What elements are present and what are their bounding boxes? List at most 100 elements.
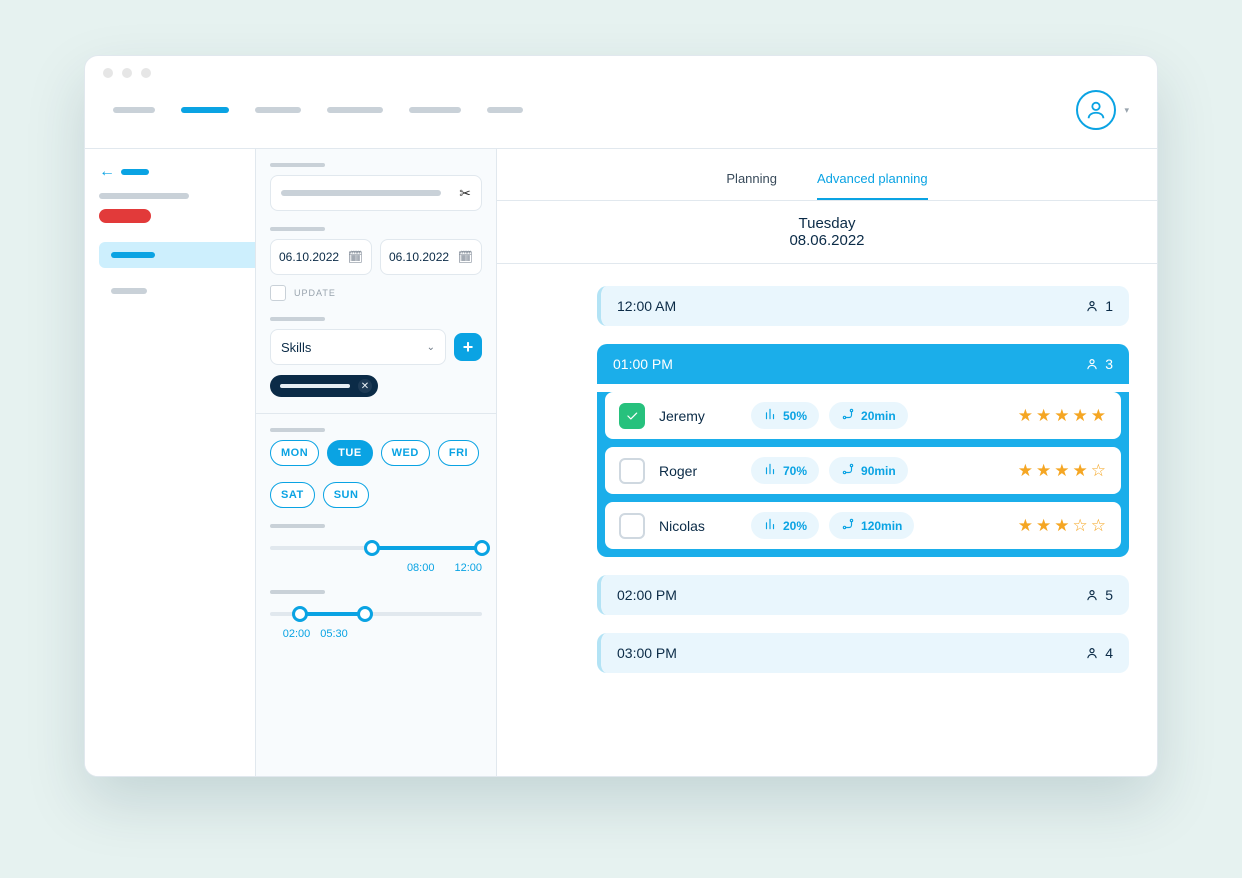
chevron-down-icon: ▾	[1124, 105, 1129, 116]
arrow-left-icon: ←	[99, 163, 115, 181]
person-checkbox[interactable]	[619, 403, 645, 429]
slot-count: 3	[1085, 356, 1113, 372]
sidebar-item-2-label	[111, 288, 147, 294]
time-range-2[interactable]	[270, 602, 482, 626]
date-to-value: 06.10.2022	[389, 250, 449, 264]
person-badges: 70%90min	[751, 457, 908, 484]
nav-item-1[interactable]	[113, 107, 155, 113]
calendar-icon: 🗓	[458, 250, 473, 264]
percent-badge: 50%	[751, 402, 819, 429]
time-slot[interactable]: 02:00 PM5	[597, 575, 1129, 615]
route-icon	[841, 517, 855, 534]
bars-icon	[763, 517, 777, 534]
person-name: Roger	[659, 463, 737, 479]
field-label-1	[270, 163, 325, 167]
topbar: ▾	[85, 84, 1157, 149]
nav-item-4[interactable]	[327, 107, 383, 113]
nav-item-6[interactable]	[487, 107, 523, 113]
range2-to: 05:30	[320, 628, 348, 640]
person-list: Jeremy50%20min★★★★★Roger70%90min★★★★☆Nic…	[597, 392, 1129, 557]
slot-count: 5	[1085, 587, 1113, 603]
nav-item-5[interactable]	[409, 107, 461, 113]
person-checkbox[interactable]	[619, 458, 645, 484]
range2-from: 02:00	[283, 628, 311, 640]
user-menu[interactable]: ▾	[1076, 90, 1129, 130]
slot-count: 1	[1085, 298, 1113, 314]
bars-icon	[763, 462, 777, 479]
range1-from: 08:00	[407, 562, 435, 574]
search-value	[281, 190, 441, 196]
day-chip-wed[interactable]: WED	[381, 440, 430, 466]
main-area: Planning Advanced planning Tuesday 08.06…	[497, 149, 1157, 776]
sidebar-item-active-label	[111, 252, 155, 258]
range1-label	[270, 524, 325, 528]
top-nav	[113, 107, 523, 113]
route-icon	[841, 407, 855, 424]
day-chip-mon[interactable]: MON	[270, 440, 319, 466]
user-icon	[1085, 646, 1099, 660]
back-link[interactable]: ←	[99, 163, 255, 181]
date-to-input[interactable]: 06.10.2022 🗓	[380, 239, 482, 275]
day-of-week-picker: MON TUE WED FRI SAT SUN	[270, 440, 482, 508]
avatar-icon	[1076, 90, 1116, 130]
range1-to: 12:00	[454, 562, 482, 574]
range2-label	[270, 590, 325, 594]
update-checkbox-row[interactable]: UPDATE	[270, 285, 482, 301]
slot-time: 12:00 AM	[617, 298, 676, 314]
nav-item-3[interactable]	[255, 107, 301, 113]
day-chip-tue[interactable]: TUE	[327, 440, 373, 466]
planning-tabs: Planning Advanced planning	[497, 149, 1157, 201]
duration-badge: 20min	[829, 402, 908, 429]
range-handle-end[interactable]	[474, 540, 490, 556]
header-day: Tuesday	[497, 215, 1157, 232]
calendar-icon: 🗓	[348, 250, 363, 264]
time-slot[interactable]: 12:00 AM 1	[597, 286, 1129, 326]
tab-advanced-planning[interactable]: Advanced planning	[817, 171, 928, 200]
schedule: 12:00 AM101:00 PM3Jeremy50%20min★★★★★Rog…	[497, 264, 1157, 719]
traffic-light-min[interactable]	[122, 68, 132, 78]
nav-item-2-active[interactable]	[181, 107, 229, 113]
date-from-input[interactable]: 06.10.2022 🗓	[270, 239, 372, 275]
rating-stars: ★★★★☆	[1018, 461, 1107, 481]
user-icon	[1085, 357, 1099, 371]
duration-badge: 90min	[829, 457, 908, 484]
person-checkbox[interactable]	[619, 513, 645, 539]
add-button[interactable]: +	[454, 333, 482, 361]
traffic-light-max[interactable]	[141, 68, 151, 78]
search-input[interactable]: ✂	[270, 175, 482, 211]
range-handle-end[interactable]	[357, 606, 373, 622]
chip-remove-icon[interactable]: ✕	[358, 379, 372, 393]
chip-label	[280, 384, 350, 388]
person-badges: 20%120min	[751, 512, 914, 539]
checkbox-icon[interactable]	[270, 285, 286, 301]
day-chip-fri[interactable]: FRI	[438, 440, 479, 466]
back-label	[121, 169, 149, 175]
scissors-icon[interactable]: ✂	[459, 185, 471, 202]
sidebar-heading	[99, 193, 189, 199]
days-label	[270, 428, 325, 432]
time-slot[interactable]: 03:00 PM4	[597, 633, 1129, 673]
time-slot[interactable]: 01:00 PM3Jeremy50%20min★★★★★Roger70%90mi…	[597, 344, 1129, 557]
filter-chip[interactable]: ✕	[270, 375, 378, 397]
select-value: Skills	[281, 340, 311, 355]
day-chip-sat[interactable]: SAT	[270, 482, 315, 508]
update-label: UPDATE	[294, 288, 336, 298]
person-row[interactable]: Roger 70%90min ★★★★☆	[605, 447, 1121, 494]
person-row[interactable]: Nicolas20%120min★★★☆☆	[605, 502, 1121, 549]
range-handle-start[interactable]	[292, 606, 308, 622]
route-icon	[841, 462, 855, 479]
filter-panel: ✂ 06.10.2022 🗓 06.10.2022 🗓	[256, 149, 497, 776]
bars-icon	[763, 407, 777, 424]
sidebar: ←	[85, 149, 256, 776]
header-date: 08.06.2022	[497, 232, 1157, 249]
sidebar-item-active[interactable]	[99, 242, 255, 268]
time-range-1[interactable]	[270, 536, 482, 560]
range-handle-start[interactable]	[364, 540, 380, 556]
person-row[interactable]: Jeremy50%20min★★★★★	[605, 392, 1121, 439]
rating-stars: ★★★★★	[1018, 406, 1107, 426]
traffic-light-close[interactable]	[103, 68, 113, 78]
tab-planning[interactable]: Planning	[726, 171, 777, 200]
sidebar-item-2[interactable]	[99, 278, 255, 304]
skills-select[interactable]: Skills ⌄	[270, 329, 446, 365]
day-chip-sun[interactable]: SUN	[323, 482, 370, 508]
